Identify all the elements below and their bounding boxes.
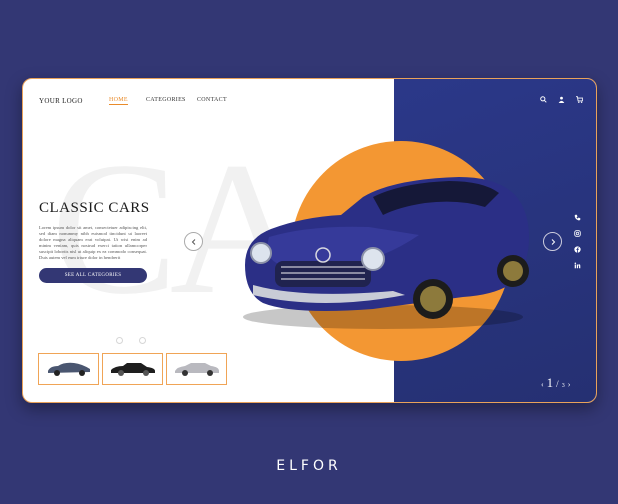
phone-icon[interactable] — [573, 213, 581, 221]
pager-total: 3 — [561, 383, 565, 389]
brand-logo: ELFOR — [276, 458, 342, 474]
thumbnail-car-3[interactable] — [166, 353, 227, 385]
dot — [116, 337, 123, 344]
top-icons — [539, 95, 584, 104]
pager-prev-icon[interactable]: ‹ — [541, 380, 544, 389]
thumbnail-car-1[interactable] — [38, 353, 99, 385]
hero-card: CA YOUR LOGO HOME CATEGORIES CONTACT CLA… — [22, 78, 597, 403]
instagram-icon[interactable] — [573, 229, 581, 237]
page-title: CLASSIC CARS — [39, 200, 150, 216]
facebook-icon[interactable] — [573, 245, 581, 253]
user-icon[interactable] — [557, 95, 566, 104]
social-links — [573, 213, 581, 269]
pager-current: 1 — [546, 375, 554, 390]
chevron-left-icon — [191, 238, 195, 245]
dot-pair — [116, 337, 146, 344]
pager-next-icon[interactable]: › — [568, 380, 571, 389]
thumbnail-car-2[interactable] — [102, 353, 163, 385]
pager-separator: / — [556, 379, 559, 389]
see-all-categories-button[interactable]: SEE ALL CATEGORIES — [39, 268, 147, 283]
car-image — [243, 177, 529, 329]
cart-icon[interactable] — [575, 95, 584, 104]
next-arrow-button[interactable] — [543, 232, 562, 251]
thumbnail-row — [38, 353, 227, 385]
pager: ‹ 1 / 3 › — [541, 375, 570, 391]
linkedin-icon[interactable] — [573, 261, 581, 269]
chevron-right-icon — [551, 238, 555, 245]
nav-categories[interactable]: CATEGORIES — [146, 97, 186, 103]
logo[interactable]: YOUR LOGO — [39, 97, 83, 105]
description: Lorem ipsum dolor sit amet, consectetuer… — [39, 225, 147, 261]
dot — [139, 337, 146, 344]
nav-home[interactable]: HOME — [109, 97, 128, 105]
previous-arrow-button[interactable] — [184, 232, 203, 251]
nav-contact[interactable]: CONTACT — [197, 97, 227, 103]
search-icon[interactable] — [539, 95, 548, 104]
